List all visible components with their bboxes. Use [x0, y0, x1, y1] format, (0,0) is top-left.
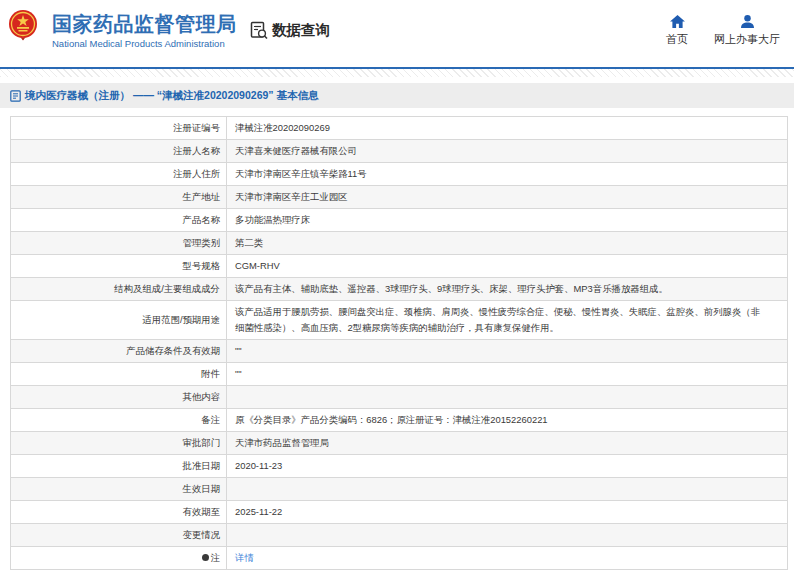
row-label: 管理类别 [11, 232, 227, 255]
row-value: 天津喜来健医疗器械有限公司 [227, 140, 788, 163]
row-label: 批准日期 [11, 455, 227, 478]
row-label: 审批部门 [11, 432, 227, 455]
row-value [227, 386, 788, 409]
row-label: 产品名称 [11, 209, 227, 232]
row-value [227, 478, 788, 501]
row-label: 备注 [11, 409, 227, 432]
info-table-wrap: 注册证编号 津械注准20202090269 注册人名称 天津喜来健医疗器械有限公… [0, 108, 794, 570]
table-row: 有效期至 2025-11-22 [11, 501, 788, 524]
table-row: 批准日期 2020-11-23 [11, 455, 788, 478]
row-value: 该产品有主体、辅助底垫、遥控器、3球理疗头、9球理疗头、床架、理疗头护套、MP3… [227, 278, 788, 301]
table-row: 变更情况 [11, 524, 788, 547]
info-table: 注册证编号 津械注准20202090269 注册人名称 天津喜来健医疗器械有限公… [10, 116, 788, 570]
detail-link[interactable]: 详情 [235, 552, 254, 563]
row-value [227, 524, 788, 547]
person-icon [740, 15, 755, 28]
row-value: 2020-11-23 [227, 455, 788, 478]
row-label: 有效期至 [11, 501, 227, 524]
row-value: 天津市津南区辛庄工业园区 [227, 186, 788, 209]
data-query-label: 数据查询 [272, 21, 330, 40]
table-row: 审批部门 天津市药品监督管理局 [11, 432, 788, 455]
row-label: 型号规格 [11, 255, 227, 278]
row-label: 产品储存条件及有效期 [11, 340, 227, 363]
row-label: 适用范围/预期用途 [11, 301, 227, 340]
row-label: 注 [11, 547, 227, 570]
bulb-icon [202, 554, 209, 561]
row-value: 多功能温热理疗床 [227, 209, 788, 232]
table-row: 附件 "" [11, 363, 788, 386]
row-label: 其他内容 [11, 386, 227, 409]
table-row: 生效日期 [11, 478, 788, 501]
table-row: 产品储存条件及有效期 "" [11, 340, 788, 363]
nav-home-label: 首页 [666, 32, 688, 47]
breadcrumb-text: 境内医疗器械（注册） —— “津械注准20202090269” 基本信息 [25, 89, 319, 103]
national-emblem-icon [8, 8, 38, 42]
table-row: 注册人住所 天津市津南区辛庄镇辛柴路11号 [11, 163, 788, 186]
row-value: 详情 [227, 547, 788, 570]
top-nav: 首页 网上办事大厅 [666, 15, 780, 47]
row-label: 变更情况 [11, 524, 227, 547]
row-value: 该产品适用于腰肌劳损、腰间盘突出症、颈椎病、肩周炎、慢性疲劳综合症、便秘、慢性胃… [227, 301, 788, 340]
row-label: 生产地址 [11, 186, 227, 209]
document-icon [10, 90, 21, 102]
hatch-band [0, 69, 794, 77]
site-title-cn: 国家药品监督管理局 [52, 13, 237, 35]
row-value: 津械注准20202090269 [227, 117, 788, 140]
page-header: 国家药品监督管理局 National Medical Products Admi… [0, 0, 794, 67]
row-label: 注册人住所 [11, 163, 227, 186]
row-value: "" [227, 340, 788, 363]
nav-online-hall[interactable]: 网上办事大厅 [714, 15, 780, 47]
table-row: 注册人名称 天津喜来健医疗器械有限公司 [11, 140, 788, 163]
table-row: 注 详情 [11, 547, 788, 570]
row-value: 天津市药品监督管理局 [227, 432, 788, 455]
table-row: 管理类别 第二类 [11, 232, 788, 255]
table-row: 结构及组成/主要组成成分 该产品有主体、辅助底垫、遥控器、3球理疗头、9球理疗头… [11, 278, 788, 301]
row-label: 注册人名称 [11, 140, 227, 163]
site-title-en: National Medical Products Administration [52, 38, 237, 49]
table-row: 其他内容 [11, 386, 788, 409]
row-label: 生效日期 [11, 478, 227, 501]
row-label: 附件 [11, 363, 227, 386]
data-query-section[interactable]: 数据查询 [250, 21, 330, 40]
breadcrumb: 境内医疗器械（注册） —— “津械注准20202090269” 基本信息 [0, 83, 794, 108]
table-row: 生产地址 天津市津南区辛庄工业园区 [11, 186, 788, 209]
row-value: 2025-11-22 [227, 501, 788, 524]
row-value: 原《分类目录》产品分类编码：6826；原注册证号：津械注准20152260221 [227, 409, 788, 432]
site-title-block: 国家药品监督管理局 National Medical Products Admi… [52, 13, 237, 49]
table-row: 注册证编号 津械注准20202090269 [11, 117, 788, 140]
row-value: 天津市津南区辛庄镇辛柴路11号 [227, 163, 788, 186]
row-label: 结构及组成/主要组成成分 [11, 278, 227, 301]
home-icon [670, 15, 685, 28]
table-row: 适用范围/预期用途 该产品适用于腰肌劳损、腰间盘突出症、颈椎病、肩周炎、慢性疲劳… [11, 301, 788, 340]
row-label: 注册证编号 [11, 117, 227, 140]
row-value: 第二类 [227, 232, 788, 255]
nav-home[interactable]: 首页 [666, 15, 688, 47]
table-row: 备注 原《分类目录》产品分类编码：6826；原注册证号：津械注准20152260… [11, 409, 788, 432]
table-row: 型号规格 CGM-RHV [11, 255, 788, 278]
data-query-icon [250, 21, 268, 40]
row-value: CGM-RHV [227, 255, 788, 278]
nav-online-hall-label: 网上办事大厅 [714, 32, 780, 47]
table-row: 产品名称 多功能温热理疗床 [11, 209, 788, 232]
row-value: "" [227, 363, 788, 386]
